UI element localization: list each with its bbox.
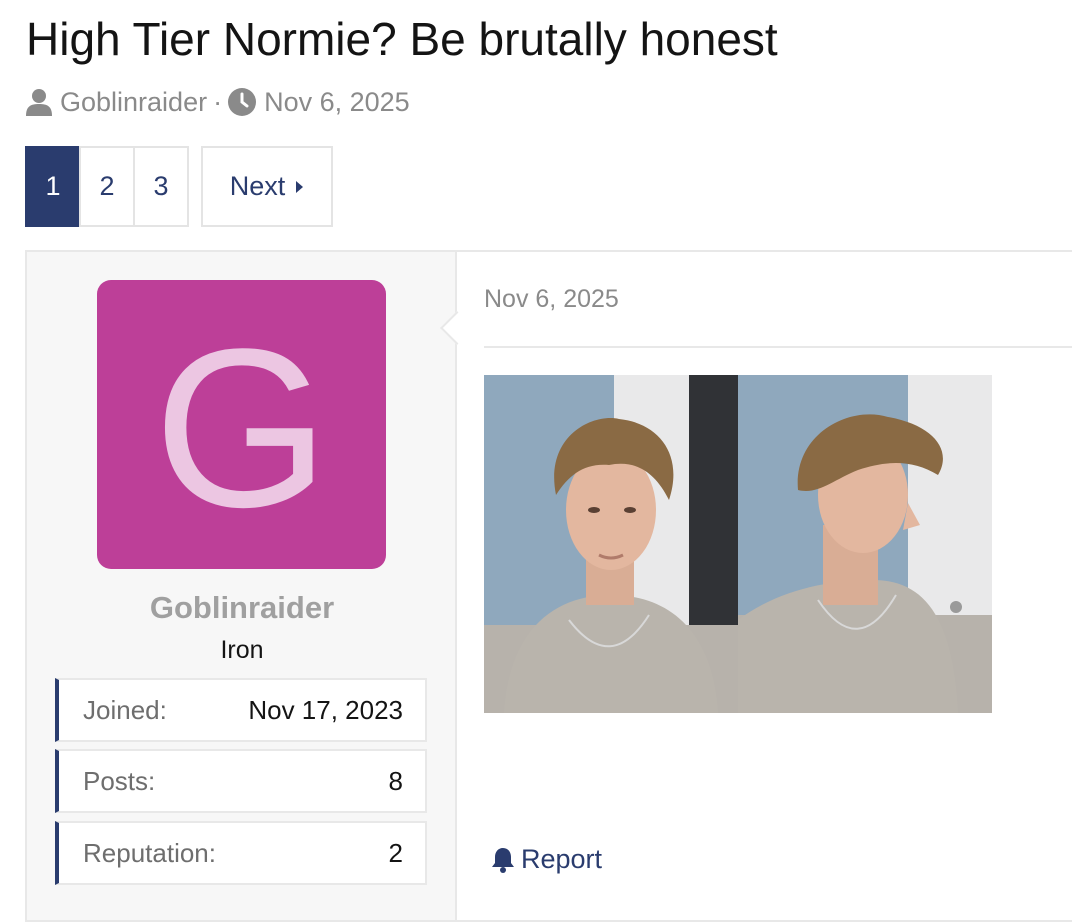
next-page-button[interactable]: Next bbox=[201, 146, 333, 227]
post: G Goblinraider Iron Joined: Nov 17, 2023… bbox=[25, 250, 1072, 922]
thread-date[interactable]: Nov 6, 2025 bbox=[264, 87, 410, 118]
user-title: Iron bbox=[220, 636, 264, 664]
post-date[interactable]: Nov 6, 2025 bbox=[484, 285, 619, 314]
avatar[interactable]: G bbox=[97, 280, 386, 569]
post-attachments bbox=[484, 375, 992, 713]
next-page-label: Next bbox=[229, 171, 286, 201]
stat-reputation: Reputation: 2 bbox=[55, 821, 427, 885]
user-icon bbox=[26, 88, 52, 116]
stat-value: Nov 17, 2023 bbox=[248, 694, 403, 725]
stat-value: 8 bbox=[388, 765, 403, 796]
meta-separator: · bbox=[213, 86, 223, 117]
report-label: Report bbox=[521, 844, 603, 874]
attachment-photo-profile[interactable] bbox=[738, 375, 992, 713]
attachment-photo-front[interactable] bbox=[484, 375, 738, 713]
thread-meta: Goblinraider · Nov 6, 2025 bbox=[26, 86, 410, 118]
page-1-button[interactable]: 1 bbox=[25, 146, 81, 227]
post-main: Nov 6, 2025 Report bbox=[457, 252, 1072, 920]
page-2-button[interactable]: 2 bbox=[79, 146, 135, 227]
post-user-panel: G Goblinraider Iron Joined: Nov 17, 2023… bbox=[27, 252, 457, 920]
thread-title: High Tier Normie? Be brutally honest bbox=[26, 13, 778, 65]
stat-joined: Joined: Nov 17, 2023 bbox=[55, 678, 427, 742]
username[interactable]: Goblinraider bbox=[27, 590, 457, 626]
avatar-letter: G bbox=[153, 300, 330, 554]
stat-value: 2 bbox=[388, 837, 403, 868]
bell-icon bbox=[491, 847, 515, 873]
stat-label: Posts: bbox=[83, 765, 156, 796]
clock-icon bbox=[228, 88, 257, 116]
author-link[interactable]: Goblinraider bbox=[60, 87, 207, 118]
report-link[interactable]: Report bbox=[491, 844, 602, 875]
page-3-button[interactable]: 3 bbox=[133, 146, 189, 227]
stat-label: Reputation: bbox=[83, 837, 216, 868]
stat-label: Joined: bbox=[83, 694, 167, 725]
post-divider bbox=[484, 346, 1072, 348]
stat-posts: Posts: 8 bbox=[55, 749, 427, 813]
pagination: 1 2 3 Next bbox=[25, 146, 333, 227]
caret-right-icon bbox=[295, 180, 304, 194]
